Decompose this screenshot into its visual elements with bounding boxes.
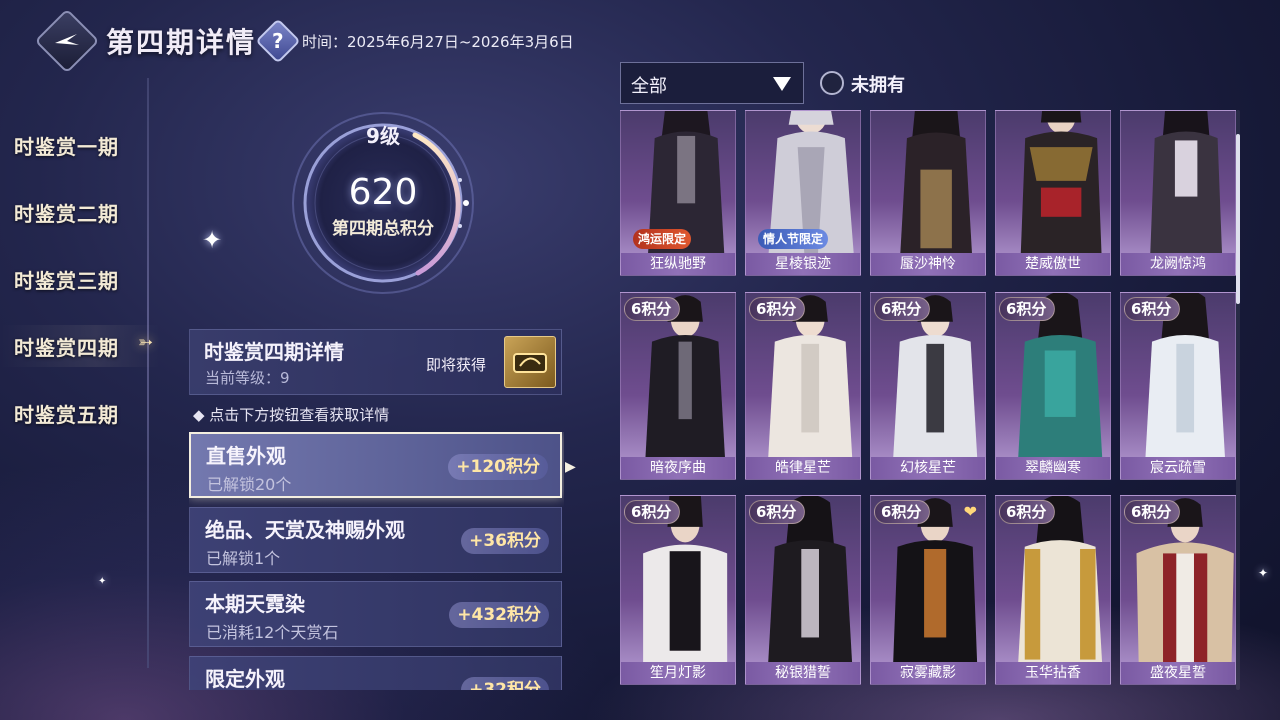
active-marker-icon: ➳ [138,332,154,353]
source-name: 本期天霓染 [205,592,305,616]
selected-arrow-icon: ▶ [565,459,576,475]
nav-item-period-4[interactable]: 时鉴赏四期 [14,332,119,361]
category-dropdown[interactable]: 全部 [620,62,804,104]
score-total: 620 [348,172,418,213]
outfit-card[interactable]: 6积分 暗夜序曲 [620,292,736,480]
outfit-name: 玉华拈香 [996,662,1110,684]
outfit-name: 暗夜序曲 [621,457,735,479]
outfit-card[interactable]: 6积分 笙月灯影 [620,495,736,685]
outfit-name: 秘银猎誓 [746,662,860,684]
character-figure [1020,111,1102,255]
outfit-name: 狂纵驰野 [621,253,735,275]
period-detail-panel[interactable]: 时鉴赏四期详情 当前等级：9 即将获得 [189,329,562,395]
score-label: 第四期总积分 [332,219,434,239]
outfit-name: 蜃沙神怜 [871,253,985,275]
points-badge: 6积分 [1124,500,1181,524]
not-owned-radio[interactable] [820,71,844,95]
outfit-name: 寂雾藏影 [871,662,985,684]
outfit-name: 翠麟幽寒 [996,457,1110,479]
outfit-name: 皓律星芒 [746,457,860,479]
points-badge: 6积分 [749,500,806,524]
question-icon: ? [272,28,284,53]
outfit-card[interactable]: 楚威傲世 [995,110,1111,276]
not-owned-label[interactable]: 未拥有 [851,71,905,97]
points-badge: 6积分 [999,297,1056,321]
outfit-card[interactable]: 6积分 秘银猎誓 [745,495,861,685]
outfit-name: 龙阙惊鸿 [1121,253,1235,275]
outfit-name: 盛夜星誓 [1121,662,1235,684]
points-badge: 6积分 [874,500,931,524]
current-level: 当前等级：9 [205,369,290,387]
limited-tag: 情人节限定 [758,229,829,249]
outfit-card[interactable]: 6积分 玉华拈香 [995,495,1111,685]
sparkle-icon: ✦ [202,226,223,254]
outfit-card[interactable]: 6积分 宸云疏雪 [1120,292,1236,480]
detail-title: 时鉴赏四期详情 [204,340,344,364]
page-title: 第四期详情 [106,26,257,59]
limited-tag: 鸿运限定 [633,229,692,249]
source-name: 直售外观 [206,444,286,468]
sparkle-icon: ✦ [98,576,107,587]
outfit-card[interactable]: 6积分 盛夜星誓 [1120,495,1236,685]
source-sub: 已消耗12个天赏石 [206,623,339,642]
source-item-premium[interactable]: 绝品、天赏及神赐外观 已解锁1个 +36积分 [189,507,562,573]
points-badge: 6积分 [624,500,681,524]
source-name: 绝品、天赏及神赐外观 [205,518,405,542]
source-points: +32积分 [461,677,549,690]
nav-divider [147,78,149,668]
nav-item-period-5[interactable]: 时鉴赏五期 [14,399,119,428]
outfit-name: 笙月灯影 [621,662,735,684]
outfit-name: 宸云疏雪 [1121,457,1235,479]
source-points: +432积分 [449,602,549,628]
outfit-grid[interactable]: 鸿运限定 狂纵驰野 情人节限定 星棱银迹 蜃沙神怜 楚威傲世 龙阙惊鸿 6积分 … [618,110,1238,690]
nav-item-period-1[interactable]: 时鉴赏一期 [14,131,119,160]
outfit-card[interactable]: 龙阙惊鸿 [1120,110,1236,276]
points-source-list[interactable]: 直售外观 已解锁20个 +120积分 绝品、天赏及神赐外观 已解锁1个 +36积… [189,432,564,690]
outfit-name: 幻核星芒 [871,457,985,479]
points-badge: 6积分 [1124,297,1181,321]
nav-item-period-2[interactable]: 时鉴赏二期 [14,198,119,227]
nav-item-period-3[interactable]: 时鉴赏三期 [14,265,119,294]
header: 第四期详情 ? 时间：2025年6月27日~2026年3月6日 [34,8,574,74]
source-name: 限定外观 [205,667,285,690]
heart-icon: ❤ [963,502,977,521]
points-badge: 6积分 [999,500,1056,524]
dropdown-value: 全部 [631,76,667,97]
outfit-name: 楚威傲世 [996,253,1110,275]
source-item-direct-sale[interactable]: 直售外观 已解锁20个 +120积分 [189,432,562,498]
source-item-dye[interactable]: 本期天霓染 已消耗12个天赏石 +432积分 [189,581,562,647]
back-arrow-icon [55,34,79,45]
sparkle-icon: ✦ [1258,566,1269,580]
character-figure [1150,111,1223,255]
source-sub: 已解锁1个 [206,549,281,568]
points-badge: 6积分 [749,297,806,321]
outfit-card[interactable]: 6积分 幻核星芒 [870,292,986,480]
outfit-card[interactable]: 6积分 皓律星芒 [745,292,861,480]
outfit-name: 星棱银迹 [746,253,860,275]
source-item-limited[interactable]: 限定外观 +32积分 [189,656,562,690]
outfit-card[interactable]: 6积分 ❤ 寂雾藏影 [870,495,986,685]
points-badge: 6积分 [874,297,931,321]
outfit-card[interactable]: 6积分 翠麟幽寒 [995,292,1111,480]
hint-text: ◆ 点击下方按钮查看获取详情 [193,406,390,424]
score-ring: 9级 620 第四期总积分 [290,110,476,296]
outfit-card[interactable]: 蜃沙神怜 [870,110,986,276]
outfit-card[interactable]: 情人节限定 星棱银迹 [745,110,861,276]
help-button[interactable]: ? [255,18,301,64]
source-points: +36积分 [461,528,549,554]
outfit-card[interactable]: 鸿运限定 狂纵驰野 [620,110,736,276]
back-button[interactable] [34,8,100,74]
chevron-down-icon [773,77,791,91]
token-icon [513,353,547,373]
character-figure [900,111,973,255]
period-time: 时间：2025年6月27日~2026年3月6日 [302,32,574,51]
source-sub: 已解锁20个 [207,475,292,494]
soon-label: 即将获得 [426,356,487,374]
reward-item-icon[interactable] [504,336,556,388]
score-level: 9级 [366,124,400,148]
source-points: +120积分 [448,454,548,480]
points-badge: 6积分 [624,297,681,321]
scrollbar-thumb[interactable] [1236,134,1240,304]
